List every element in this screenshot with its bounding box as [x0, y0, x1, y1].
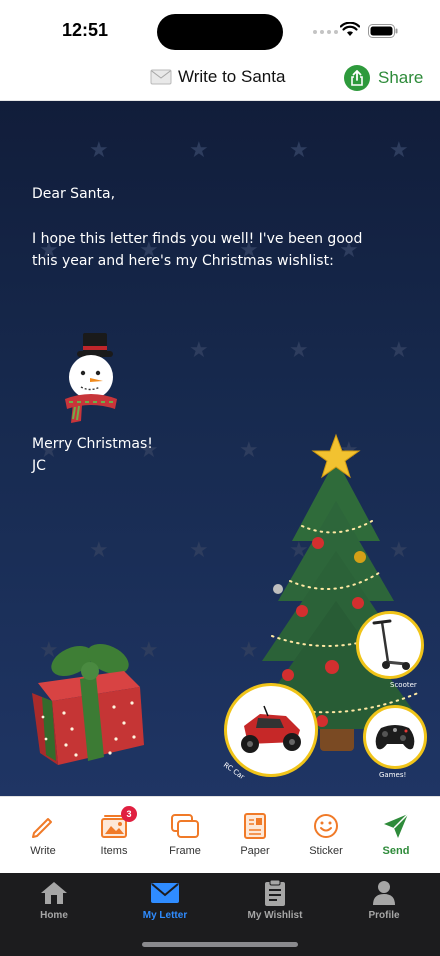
tool-label: Paper	[240, 845, 270, 857]
clipboard-icon	[260, 879, 290, 907]
background-star: ★	[389, 137, 409, 162]
background-star: ★	[289, 337, 309, 362]
tab-bar: Home My Letter My Wishlist Profile	[0, 873, 440, 956]
letter-greeting[interactable]: Dear Santa,	[32, 183, 115, 205]
background-star: ★	[189, 137, 209, 162]
letter-closing[interactable]: Merry Christmas! JC	[32, 433, 153, 477]
wifi-icon	[340, 22, 360, 36]
wishlist-item-games[interactable]	[363, 705, 427, 769]
wishlist-item-scooter[interactable]	[356, 611, 424, 679]
background-star: ★	[289, 137, 309, 162]
scooter-icon	[372, 619, 410, 670]
wishlist-item-label: Games!	[379, 771, 407, 779]
game-controller-icon	[375, 725, 415, 750]
status-time: 12:51	[62, 20, 109, 40]
photos-icon: 3	[99, 806, 137, 841]
home-indicator	[142, 942, 298, 947]
wishlist-item-rc-car[interactable]	[224, 683, 318, 777]
items-tool-button[interactable]: 3 Items	[84, 806, 144, 857]
person-icon	[369, 879, 399, 907]
background-star: ★	[89, 137, 109, 162]
frame-tool-button[interactable]: Frame	[155, 811, 215, 857]
letter-canvas[interactable]: ★★★★★★★★★★★★★★★★★★★★★★★★ Dear Santa, I h…	[0, 101, 440, 796]
frame-icon	[170, 811, 200, 841]
rc-car-icon	[241, 705, 301, 753]
background-star: ★	[389, 337, 409, 362]
share-label: Share	[378, 68, 424, 87]
tool-label: Send	[382, 845, 410, 857]
pencil-icon	[28, 811, 58, 841]
tab-my-wishlist[interactable]: My Wishlist	[230, 879, 320, 921]
tool-label: Sticker	[309, 845, 343, 857]
house-icon	[39, 879, 69, 907]
write-tool-button[interactable]: Write	[13, 811, 73, 857]
nav-header: Write to Santa Share	[0, 56, 440, 101]
snowman-sticker[interactable]	[55, 329, 127, 429]
tab-profile[interactable]: Profile	[339, 879, 429, 921]
page-title-text: Write to Santa	[178, 67, 286, 86]
sticker-tool-button[interactable]: Sticker	[296, 811, 356, 857]
tab-label: Home	[40, 910, 68, 921]
share-button[interactable]: Share	[344, 65, 423, 91]
share-icon	[344, 65, 370, 91]
smiley-icon	[311, 811, 341, 841]
status-bar: 12:51	[0, 0, 440, 56]
tab-label: My Letter	[142, 910, 188, 921]
cellular-signal-icon	[313, 30, 338, 34]
tab-home[interactable]: Home	[9, 879, 99, 921]
background-star: ★	[89, 537, 109, 562]
envelope-icon	[150, 69, 172, 85]
send-button[interactable]: Send	[366, 811, 426, 857]
gift-box-sticker[interactable]	[28, 641, 150, 771]
letter-toolbar: Write 3 Items Frame Paper Sticker Send	[0, 796, 440, 873]
dynamic-island	[157, 14, 283, 50]
battery-icon	[368, 24, 398, 38]
wishlist-item-label: Scooter	[390, 681, 417, 689]
paper-plane-icon	[381, 811, 411, 841]
page-title: Write to Santa	[150, 67, 285, 87]
tab-label: My Wishlist	[247, 910, 303, 921]
paper-icon	[240, 811, 270, 841]
tab-my-letter[interactable]: My Letter	[120, 879, 210, 921]
paper-tool-button[interactable]: Paper	[225, 811, 285, 857]
tool-label: Write	[30, 845, 56, 857]
letter-body[interactable]: I hope this letter finds you well! I've …	[32, 228, 362, 272]
tool-label: Frame	[169, 845, 201, 857]
envelope-icon	[150, 879, 180, 907]
items-count-badge: 3	[121, 806, 137, 822]
tab-label: Profile	[368, 910, 400, 921]
background-star: ★	[189, 537, 209, 562]
tool-label: Items	[100, 845, 128, 857]
background-star: ★	[189, 337, 209, 362]
